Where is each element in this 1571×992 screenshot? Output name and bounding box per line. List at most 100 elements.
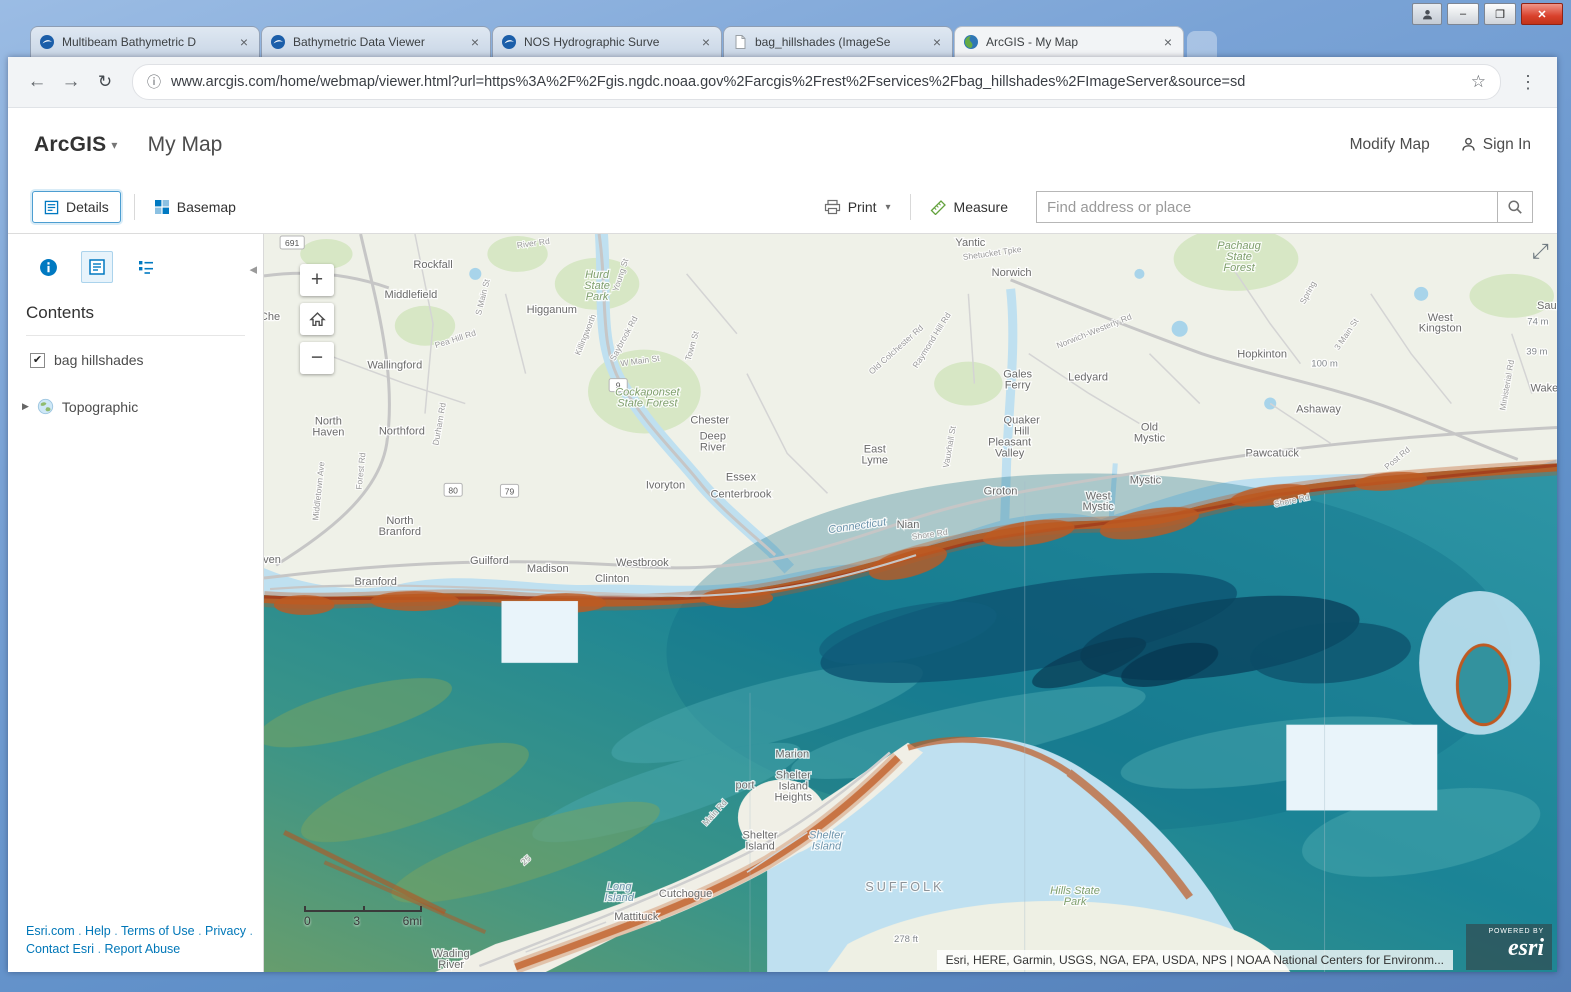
map-place-label: Centerbrook [711,488,772,500]
map-place-label: Saun [1537,300,1557,312]
page-title: My Map [148,133,223,157]
map-place-label: Mattituck [614,911,659,923]
minimize-button[interactable]: – [1447,3,1479,25]
tab-close-icon[interactable]: × [699,34,713,50]
footer-link[interactable]: Terms of Use [121,924,195,938]
collapse-sidebar-icon[interactable]: ◂ [249,260,257,278]
search-button[interactable] [1497,191,1533,223]
reload-button[interactable]: ↻ [90,67,120,97]
person-icon [1460,136,1477,153]
map-place-label: Pawcatuck [1246,447,1300,459]
map-place-label: Ashaway [1296,404,1341,416]
browser-tab[interactable]: Multibeam Bathymetric D × [30,26,260,57]
arcgis-logo[interactable]: ArcGIS ▾ [34,133,118,157]
person-icon [1421,8,1434,21]
layer-row-topographic[interactable]: ▶ Topographic [22,398,263,415]
map-toolbar: Details Basemap Print ▾ Measure [8,181,1557,234]
measure-button[interactable]: Measure [924,195,1014,219]
tab-favicon-noaa-icon [39,34,55,50]
map-place-label: Groton [984,485,1018,497]
tab-strip: Multibeam Bathymetric D×Bathymetric Data… [30,26,1217,57]
footer-link-separator: . [111,924,121,938]
tab-title: Multibeam Bathymetric D [62,35,230,49]
tab-close-icon[interactable]: × [1161,34,1175,50]
map-place-label: Che [264,311,280,323]
tab-close-icon[interactable]: × [468,34,482,50]
tab-close-icon[interactable]: × [237,34,251,50]
sidebar-footer-links: Esri.com . Help . Terms of Use . Privacy… [26,923,254,958]
zoom-out-button[interactable]: − [300,342,334,374]
globe-icon [37,398,54,415]
basemap-grid-icon [154,199,170,215]
contents-title: Contents [26,303,245,336]
browser-menu-icon[interactable]: ⋮ [1511,72,1545,93]
browser-tab[interactable]: Bathymetric Data Viewer× [261,26,491,57]
browser-navbar: ← → ↻ ⓘ www.arcgis.com/home/webmap/viewe… [8,57,1557,108]
footer-link[interactable]: Privacy [205,924,246,938]
new-tab-button[interactable] [1187,31,1217,57]
map-place-label: WestMystic [1083,490,1115,513]
show-legend-button[interactable] [130,251,162,283]
footer-link[interactable]: Help [85,924,111,938]
map-place-label: LongIsland [604,881,634,904]
map-place-label: Clinton [595,573,629,585]
map-place-label: Cutchogue [659,888,712,900]
basemap-button[interactable]: Basemap [148,195,242,219]
map-place-label: ShelterIslandHeights [775,770,813,804]
about-button[interactable] [32,251,64,283]
tab-favicon-page-icon [732,34,748,50]
block-island-hillshade [1457,645,1509,725]
modify-map-link[interactable]: Modify Map [1350,136,1430,154]
close-button[interactable]: ✕ [1521,3,1563,25]
map-place-label: ven [264,554,281,566]
printer-icon [824,199,841,215]
footer-link[interactable]: Esri.com [26,924,75,938]
map-place-label: DeepRiver [700,430,726,453]
maximize-button[interactable]: ❐ [1484,3,1516,25]
map-place-label: Westbrook [616,557,669,569]
map-place-label: Rockfall [413,259,452,271]
map-place-label: Wallingford [367,360,422,372]
map-place-label: Nian [897,519,920,531]
tab-title: NOS Hydrographic Surve [524,35,692,49]
forward-button[interactable]: → [56,67,86,97]
tab-close-icon[interactable]: × [930,34,944,50]
profile-button[interactable] [1412,3,1442,25]
browser-tab[interactable]: ArcGIS - My Map× [954,26,1184,57]
show-contents-button[interactable] [81,251,113,283]
footer-link[interactable]: Report Abuse [105,942,181,956]
url-bar[interactable]: ⓘ www.arcgis.com/home/webmap/viewer.html… [132,64,1501,100]
expand-layer-icon[interactable]: ▶ [22,401,29,412]
expand-map-icon[interactable]: ⤢ [1532,240,1549,264]
route-shield: 79 [500,484,518,497]
map-place-label: Essex [726,471,757,483]
map-place-label: Branford [354,576,396,588]
map-place-label: CockaponsetState Forest [615,387,680,410]
layer-checkbox[interactable]: ✔ [30,353,45,368]
map-place-label: Wakef [1530,383,1557,395]
zoom-in-button[interactable]: + [300,264,334,296]
layer-row-bag-hillshades[interactable]: ✔ bag hillshades [30,352,263,368]
search-input[interactable] [1036,191,1497,223]
window-controls: – ❐ ✕ [1412,3,1563,25]
map-place-label: Marion [775,749,809,761]
home-button[interactable] [300,303,334,335]
footer-link[interactable]: Contact Esri [26,942,94,956]
map-place-label: Middlefield [384,289,437,301]
legend-icon [137,258,155,276]
site-info-icon[interactable]: ⓘ [147,72,161,92]
sign-in-link[interactable]: Sign In [1460,136,1531,154]
map-canvas[interactable]: 69198079 RockfallMiddlefieldHurdStatePar… [264,234,1557,972]
scale-bar-line [304,906,422,912]
scale-end: 6mi [403,914,422,928]
zoom-controls: + − [300,264,334,374]
browser-tab[interactable]: bag_hillshades (ImageSe× [723,26,953,57]
map-place-label: EastLyme [861,443,888,466]
bookmark-star-icon[interactable]: ☆ [1471,72,1486,92]
browser-tab[interactable]: NOS Hydrographic Surve × [492,26,722,57]
print-button[interactable]: Print ▾ [818,195,897,219]
measure-ruler-icon [930,199,947,215]
details-button[interactable]: Details [32,191,121,223]
back-button[interactable]: ← [22,67,52,97]
map-place-label: 278 ft [894,934,918,945]
